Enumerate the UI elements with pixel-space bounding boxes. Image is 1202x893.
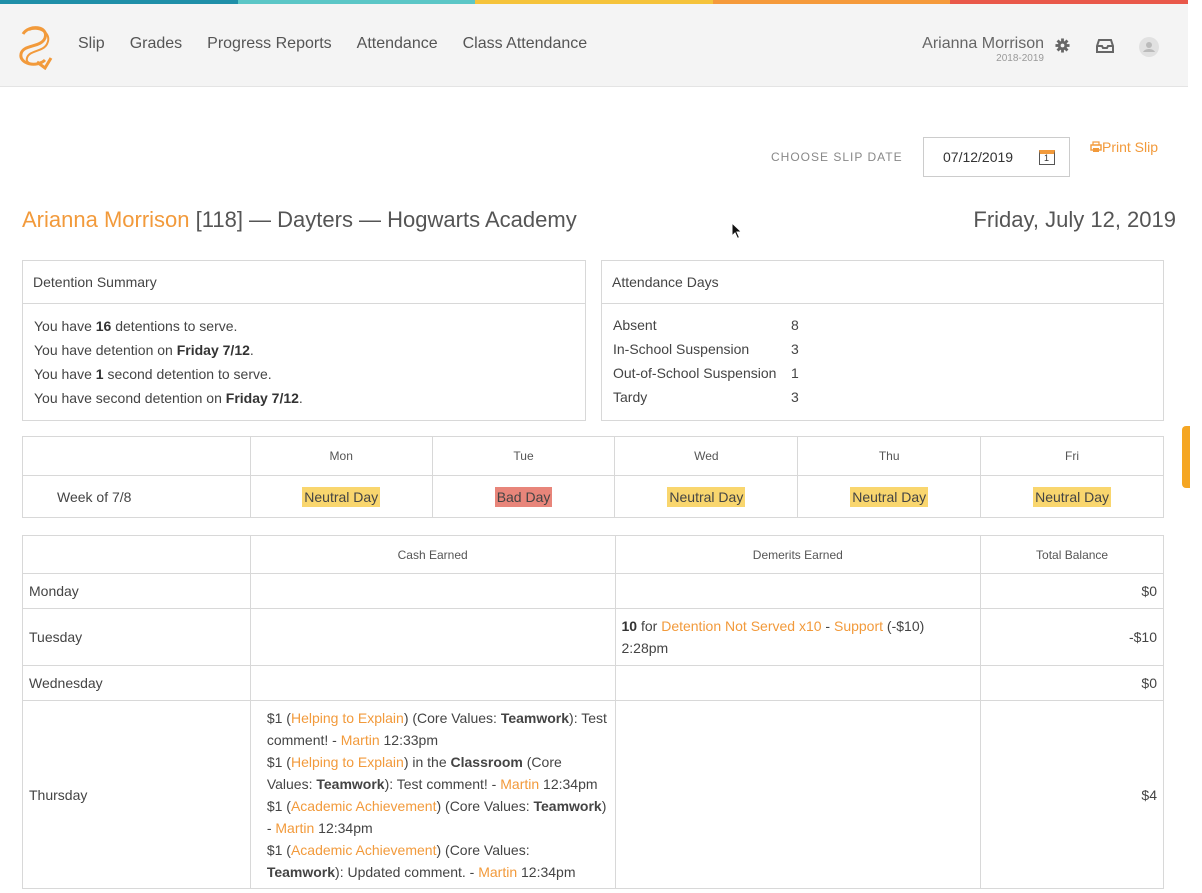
print-slip-link[interactable]: Print Slip: [1090, 139, 1158, 155]
demerit-reason-link[interactable]: Detention Not Served x10: [661, 618, 821, 634]
row-balance: $0: [980, 573, 1164, 609]
cash-entry: $1 (Academic Achievement) (Core Values: …: [266, 797, 607, 836]
printer-icon: [1090, 141, 1102, 152]
user-name: Arianna Morrison: [922, 35, 1044, 52]
calendar-icon[interactable]: 1: [1039, 150, 1055, 165]
staff-link[interactable]: Martin: [478, 864, 517, 880]
week-corner-cell: [22, 436, 251, 476]
cash-entry: $1 (Academic Achievement) (Core Values: …: [266, 841, 576, 880]
student-name-link[interactable]: Arianna Morrison: [22, 207, 190, 232]
day-header: Fri: [980, 436, 1164, 476]
cash-earned-header: Cash Earned: [249, 535, 616, 574]
slip-date-heading: Friday, July 12, 2019: [973, 207, 1176, 232]
detention-line: You have second detention on Friday 7/12…: [34, 390, 303, 406]
mouse-cursor-icon: [731, 222, 743, 240]
slip-date-value: 07/12/2019: [943, 149, 1014, 165]
right-margin: [1188, 0, 1202, 893]
print-slip-label: Print Slip: [1102, 139, 1159, 155]
day-header: Thu: [797, 436, 982, 476]
attendance-days-panel: Attendance Days Absent 8 In-School Suspen…: [601, 260, 1164, 421]
student-heading: Arianna Morrison [118] — Dayters — Hogwa…: [22, 207, 577, 233]
main-nav: Slip Grades Progress Reports Attendance …: [78, 35, 612, 53]
staff-link[interactable]: Support: [834, 618, 883, 634]
app-logo-icon[interactable]: [15, 22, 59, 70]
day-header: Mon: [249, 436, 433, 476]
inbox-icon[interactable]: [1096, 39, 1114, 53]
row-balance: $4: [980, 700, 1164, 889]
row-day-label: Thursday: [22, 700, 251, 889]
reason-link[interactable]: Helping to Explain: [291, 754, 404, 770]
detention-summary-panel: Detention Summary You have 16 detentions…: [22, 260, 586, 421]
day-status-badge: Neutral Day: [302, 486, 381, 507]
row-day-label: Wednesday: [22, 665, 251, 701]
nav-progress-reports[interactable]: Progress Reports: [207, 35, 332, 53]
day-status-badge: Bad Day: [494, 486, 553, 507]
top-nav-bar: Slip Grades Progress Reports Attendance …: [0, 4, 1188, 87]
day-status-badge: Neutral Day: [667, 486, 746, 507]
demerit-entry: 10 for Detention Not Served x10 - Suppor…: [614, 608, 982, 666]
avatar-icon[interactable]: [1139, 37, 1159, 57]
table-row: Monday $0: [22, 573, 1164, 609]
attendance-row: Out-of-School Suspension 1: [613, 365, 799, 381]
cash-corner-cell: [22, 535, 251, 574]
cash-entries: $1 (Helping to Explain) (Core Values: Te…: [249, 700, 616, 889]
slip-date-input[interactable]: 07/12/2019 1: [923, 137, 1070, 177]
reason-link[interactable]: Academic Achievement: [291, 842, 437, 858]
detention-line: You have detention on Friday 7/12.: [34, 342, 254, 358]
detention-line: You have 16 detentions to serve.: [34, 318, 238, 334]
cash-demerits-table: Cash Earned Demerits Earned Total Balanc…: [22, 535, 1164, 889]
demerits-earned-header: Demerits Earned: [614, 535, 982, 574]
school-year: 2018-2019: [996, 53, 1044, 64]
row-balance: -$10: [980, 608, 1164, 666]
day-header: Wed: [614, 436, 799, 476]
student-details: [118] — Dayters — Hogwarts Academy: [189, 207, 577, 232]
table-row: Thursday $1 (Helping to Explain) (Core V…: [22, 700, 1164, 889]
row-day-label: Monday: [22, 573, 251, 609]
nav-class-attendance[interactable]: Class Attendance: [463, 35, 588, 53]
table-row: Tuesday 10 for Detention Not Served x10 …: [22, 608, 1164, 666]
nav-grades[interactable]: Grades: [130, 35, 182, 53]
nav-attendance[interactable]: Attendance: [357, 35, 438, 53]
table-row: Wednesday $0: [22, 665, 1164, 701]
side-feedback-tab[interactable]: [1182, 426, 1190, 488]
slip-date-bar: CHOOSE SLIP DATE 07/12/2019 1 Print Slip: [0, 137, 1188, 177]
reason-link[interactable]: Academic Achievement: [291, 798, 437, 814]
row-day-label: Tuesday: [22, 608, 251, 666]
detention-summary-title: Detention Summary: [23, 261, 585, 304]
attendance-row: Tardy 3: [613, 389, 799, 405]
day-status-badge: Neutral Day: [1033, 486, 1112, 507]
week-label: Week of 7/8: [22, 475, 251, 518]
cash-entry: $1 (Helping to Explain) in the Classroom…: [266, 753, 598, 792]
attendance-row: In-School Suspension 3: [613, 341, 799, 357]
staff-link[interactable]: Martin: [341, 732, 380, 748]
cash-entry: $1 (Helping to Explain) (Core Values: Te…: [266, 709, 607, 748]
reason-link[interactable]: Helping to Explain: [291, 710, 404, 726]
week-status-table: Mon Tue Wed Thu Fri Week of 7/8 Neutral …: [22, 436, 1164, 518]
day-status-badge: Neutral Day: [850, 486, 929, 507]
gear-icon[interactable]: [1055, 38, 1070, 53]
choose-slip-date-label: CHOOSE SLIP DATE: [771, 150, 903, 164]
total-balance-header: Total Balance: [980, 535, 1164, 574]
attendance-row: Absent 8: [613, 317, 799, 333]
nav-slip[interactable]: Slip: [78, 35, 105, 53]
day-header: Tue: [431, 436, 616, 476]
row-balance: $0: [980, 665, 1164, 701]
detention-line: You have 1 second detention to serve.: [34, 366, 272, 382]
attendance-days-title: Attendance Days: [602, 261, 1163, 304]
staff-link[interactable]: Martin: [275, 820, 314, 836]
user-menu[interactable]: Arianna Morrison 2018-2019: [922, 35, 1044, 65]
staff-link[interactable]: Martin: [500, 776, 539, 792]
